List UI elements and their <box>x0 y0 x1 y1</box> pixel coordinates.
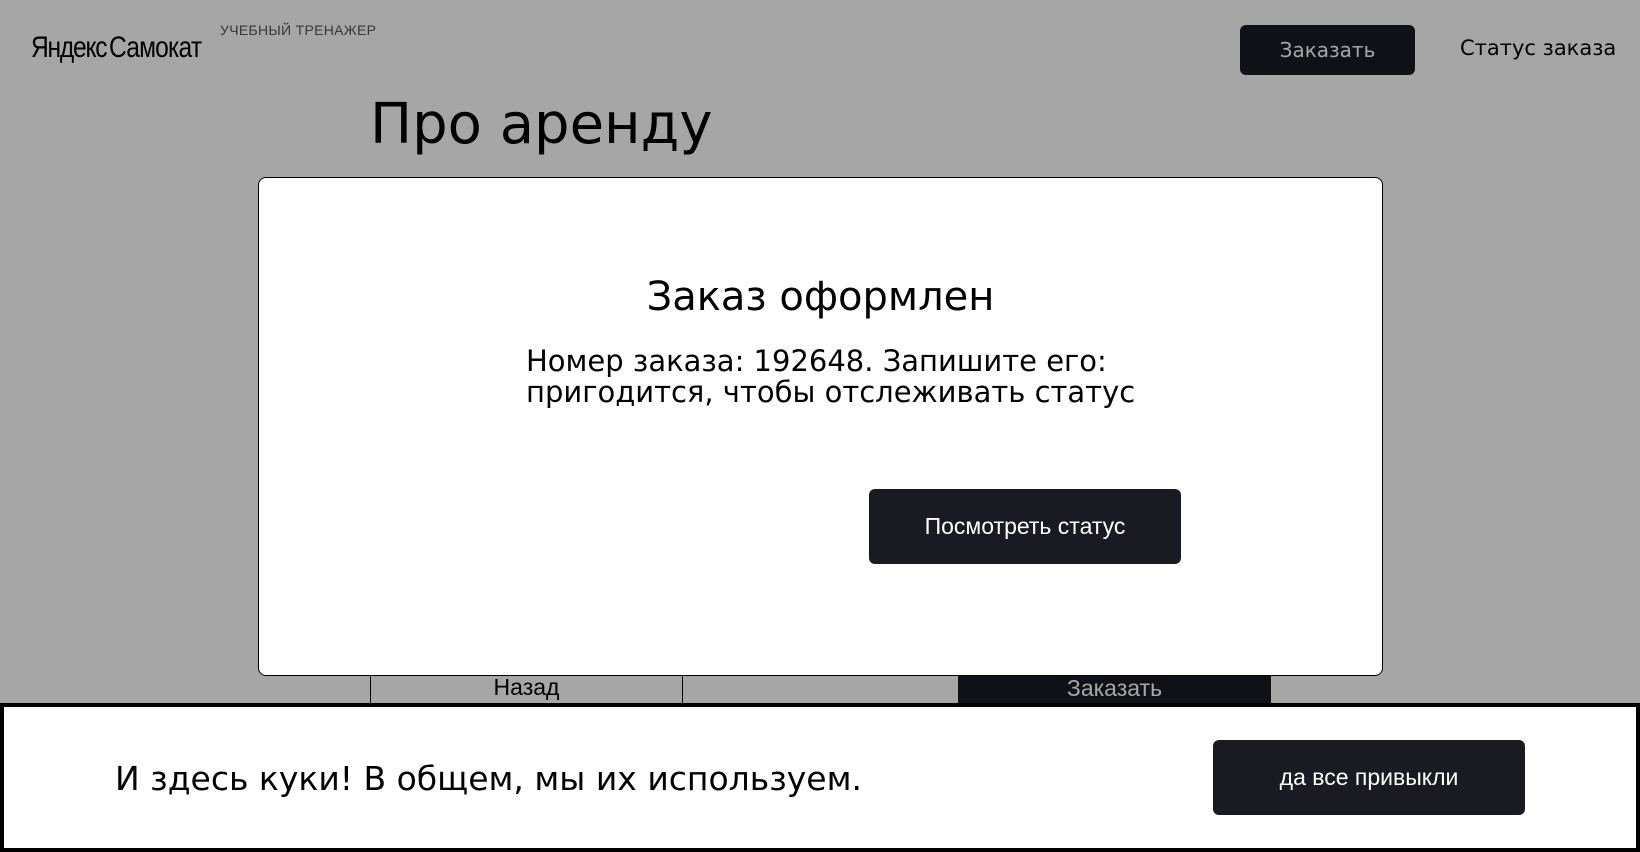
page: Яндекс Самокат УЧЕБНЫЙ ТРЕНАЖЕР Заказать… <box>0 0 1640 852</box>
modal-title: Заказ оформлен <box>646 274 995 320</box>
cookie-accept-button[interactable]: да все привыкли <box>1213 740 1525 815</box>
view-status-button[interactable]: Посмотреть статус <box>869 489 1181 564</box>
cookie-text: И здесь куки! В общем, мы их используем. <box>115 759 862 798</box>
order-confirmation-modal: Заказ оформлен Номер заказа: 192648. Зап… <box>258 177 1383 676</box>
order-number-text: Номер заказа: 192648. Запишите его: приг… <box>526 344 1136 409</box>
cookie-banner: И здесь куки! В общем, мы их используем.… <box>0 703 1640 852</box>
